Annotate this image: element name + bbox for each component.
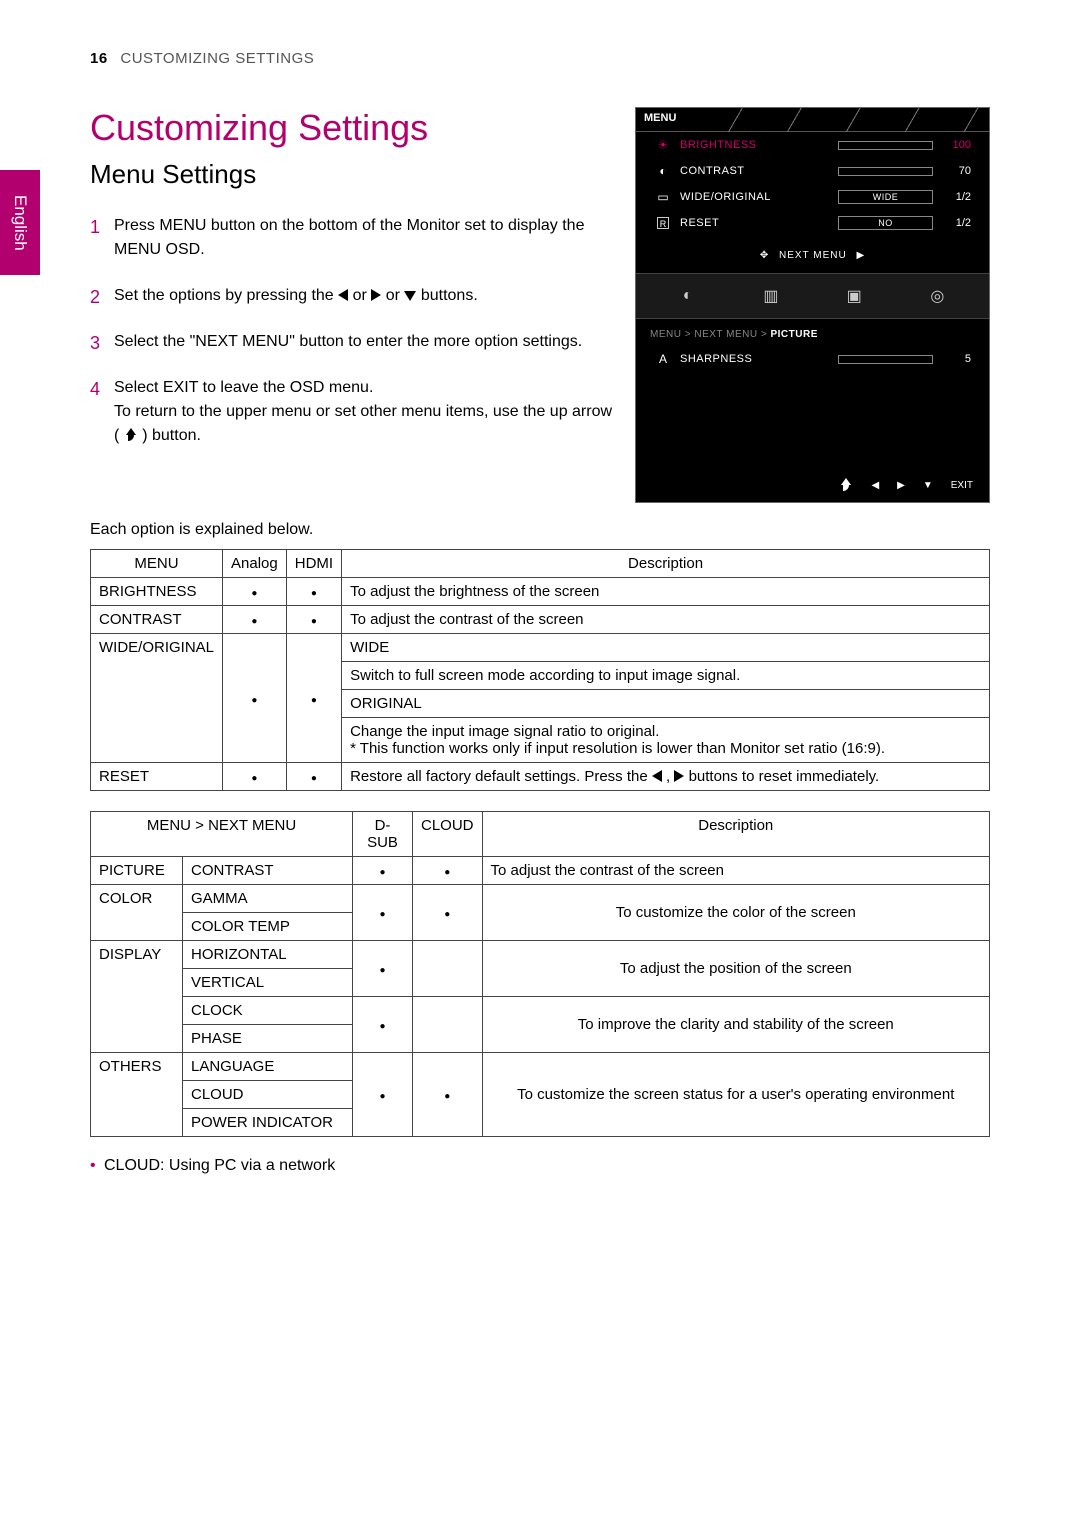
dot-icon <box>353 857 413 885</box>
down-arrow-icon: ▼ <box>923 480 933 491</box>
right-arrow-icon: ▶ <box>856 250 865 261</box>
osd-row-brightness: ☀ BRIGHTNESS 100 <box>636 132 989 158</box>
down-arrow-icon <box>404 291 416 301</box>
menu-table: MENU Analog HDMI Description BRIGHTNESS … <box>90 549 990 791</box>
category-contrast-icon: ◐ <box>671 282 705 310</box>
dot-icon <box>223 606 287 634</box>
th-desc: Description <box>342 550 990 578</box>
step-3: Select the "NEXT MENU" button to enter t… <box>90 330 615 354</box>
th-hdmi: HDMI <box>286 550 341 578</box>
table-row: COLOR GAMMA To customize the color of th… <box>91 885 990 913</box>
osd-mockup: MENU ☀ BRIGHTNESS 100 ◐ CONTRAST 70 ▭ <box>635 107 990 503</box>
dot-icon <box>286 634 341 763</box>
th-dsub: D-SUB <box>353 812 413 857</box>
table-row: CONTRAST To adjust the contrast of the s… <box>91 606 990 634</box>
dot-icon <box>286 606 341 634</box>
running-head: 16 CUSTOMIZING SETTINGS <box>90 50 990 67</box>
page-number: 16 <box>90 50 108 67</box>
step-4: Select EXIT to leave the OSD menu. To re… <box>90 376 615 448</box>
next-menu-table: MENU > NEXT MENU D-SUB CLOUD Description… <box>90 811 990 1137</box>
osd-tab-divider <box>684 108 989 132</box>
aspect-icon: ▭ <box>654 190 672 204</box>
dot-icon <box>353 997 413 1053</box>
sharpness-slider <box>838 355 933 364</box>
nav-dpad-icon: ✥ <box>760 250 769 261</box>
dot-icon <box>413 885 483 941</box>
osd-row-reset: R RESET NO 1/2 <box>636 210 989 236</box>
explain-text: Each option is explained below. <box>90 521 990 539</box>
dot-icon <box>353 1053 413 1137</box>
left-arrow-icon <box>652 770 662 782</box>
table-row: DISPLAY HORIZONTAL To adjust the positio… <box>91 941 990 969</box>
th-menu: MENU > NEXT MENU <box>91 812 353 857</box>
step-1: Press MENU button on the bottom of the M… <box>90 214 615 262</box>
osd-breadcrumb: MENU > NEXT MENU > PICTURE <box>636 319 989 346</box>
right-arrow-icon <box>371 289 381 301</box>
left-arrow-icon <box>338 289 348 301</box>
running-head-text: CUSTOMIZING SETTINGS <box>120 50 314 67</box>
table-row: BRIGHTNESS To adjust the brightness of t… <box>91 578 990 606</box>
step-2: Set the options by pressing the or or bu… <box>90 284 615 308</box>
table-row: OTHERS LANGUAGE To customize the screen … <box>91 1053 990 1081</box>
table-row: PICTURE CONTRAST To adjust the contrast … <box>91 857 990 885</box>
right-arrow-icon <box>674 770 684 782</box>
osd-row-sharpness: A SHARPNESS 5 <box>636 346 989 372</box>
left-arrow-icon: ◀ <box>871 480 879 491</box>
osd-row-wide: ▭ WIDE/ORIGINAL WIDE 1/2 <box>636 184 989 210</box>
dot-icon <box>413 857 483 885</box>
sharpness-icon: A <box>654 352 672 366</box>
table-row: RESET Restore all factory default settin… <box>91 763 990 791</box>
osd-category-icons: ◐ ▥ ▣ ◎ <box>636 273 989 319</box>
language-tab-label: English <box>10 195 30 251</box>
table-row: MENU > NEXT MENU D-SUB CLOUD Description <box>91 812 990 857</box>
dot-icon <box>286 763 341 791</box>
contrast-icon: ◐ <box>654 164 672 178</box>
th-desc: Description <box>482 812 989 857</box>
exit-label: EXIT <box>951 480 973 491</box>
up-return-icon <box>839 478 853 492</box>
th-menu: MENU <box>91 550 223 578</box>
contrast-slider <box>838 167 933 176</box>
osd-tab-menu: MENU <box>636 108 684 132</box>
dot-icon <box>223 763 287 791</box>
footnote: CLOUD: Using PC via a network <box>90 1157 990 1175</box>
table-row: WIDE/ORIGINAL WIDE <box>91 634 990 662</box>
osd-row-contrast: ◐ CONTRAST 70 <box>636 158 989 184</box>
dot-icon <box>353 941 413 997</box>
section-title: Customizing Settings <box>90 107 615 149</box>
right-arrow-icon: ▶ <box>897 480 905 491</box>
th-cloud: CLOUD <box>413 812 483 857</box>
subsection-title: Menu Settings <box>90 159 615 190</box>
category-display-icon: ▣ <box>837 282 871 310</box>
dot-icon <box>223 578 287 606</box>
brightness-icon: ☀ <box>654 138 672 152</box>
dot-icon <box>223 634 287 763</box>
up-return-icon <box>124 428 138 442</box>
category-others-icon: ◎ <box>920 282 954 310</box>
osd-bottom-nav: ◀ ▶ ▼ EXIT <box>636 472 989 494</box>
language-tab: English <box>0 170 40 275</box>
category-picture-icon: ▥ <box>754 282 788 310</box>
brightness-slider <box>838 141 933 150</box>
table-row: MENU Analog HDMI Description <box>91 550 990 578</box>
steps-list: Press MENU button on the bottom of the M… <box>90 214 615 448</box>
dot-icon <box>413 1053 483 1137</box>
table-row: CLOCK To improve the clarity and stabili… <box>91 997 990 1025</box>
osd-next-menu: ✥ NEXT MENU ▶ <box>636 236 989 273</box>
dot-icon <box>353 885 413 941</box>
dot-icon <box>286 578 341 606</box>
reset-icon: R <box>657 217 669 229</box>
th-analog: Analog <box>223 550 287 578</box>
